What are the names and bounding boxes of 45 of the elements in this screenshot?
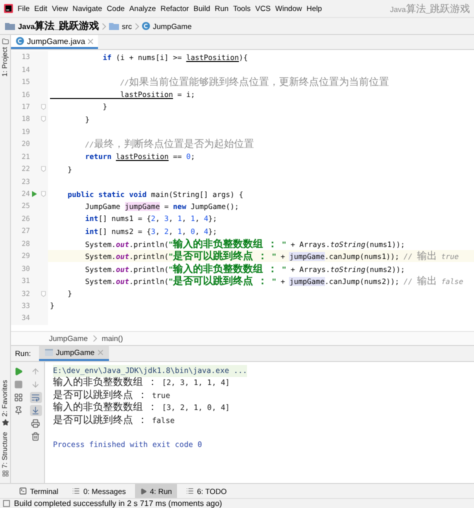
printer-icon: [31, 419, 40, 428]
pin-icon: [14, 406, 23, 415]
app-logo-icon: [4, 4, 13, 13]
stop-icon: [14, 380, 23, 389]
close-icon[interactable]: [88, 38, 94, 44]
down-arrow-icon: [31, 380, 40, 389]
play-icon: [140, 488, 147, 494]
star-icon: [2, 418, 8, 426]
window-icon: [44, 349, 53, 356]
play-icon: [14, 367, 23, 376]
fold-icon[interactable]: [41, 166, 46, 172]
class-icon: [142, 22, 150, 30]
chevron-icon: [102, 22, 106, 30]
terminal-icon: [19, 487, 27, 495]
play-button[interactable]: [12, 366, 24, 377]
folder-icon: [2, 38, 8, 45]
structure-icon: [2, 470, 8, 477]
close-icon[interactable]: [98, 350, 103, 355]
layout-icon: [14, 393, 23, 402]
trash-button[interactable]: [30, 431, 42, 442]
printer-button[interactable]: [30, 418, 42, 429]
list-icon: [186, 487, 194, 495]
up-arrow-button[interactable]: [30, 366, 42, 377]
chevron-icon: [134, 22, 139, 30]
scroll-to-end-icon: [31, 406, 40, 415]
fold-icon[interactable]: [41, 191, 46, 198]
up-arrow-icon: [31, 367, 40, 376]
fold-icon[interactable]: [41, 290, 46, 297]
status-icon[interactable]: [3, 500, 10, 507]
status-message: Build completed successfully in 2 s 717 ms (moments ago): [14, 499, 222, 508]
run-icon[interactable]: [32, 191, 37, 198]
editor-tab[interactable]: JumpGame.java: [11, 35, 98, 49]
class-icon: [16, 37, 24, 45]
folder-icon: [108, 22, 119, 30]
wrap-button[interactable]: [30, 392, 42, 403]
chevron-icon: [92, 335, 97, 342]
pin-button[interactable]: [12, 405, 24, 416]
fold-icon[interactable]: [41, 116, 46, 122]
fold-icon[interactable]: [41, 104, 46, 110]
trash-icon: [31, 432, 40, 441]
project-folder-icon: [5, 22, 15, 30]
list-icon: [72, 487, 80, 495]
layout-button[interactable]: [12, 392, 24, 403]
scroll-to-end-button[interactable]: [30, 405, 42, 416]
wrap-icon: [31, 393, 40, 402]
